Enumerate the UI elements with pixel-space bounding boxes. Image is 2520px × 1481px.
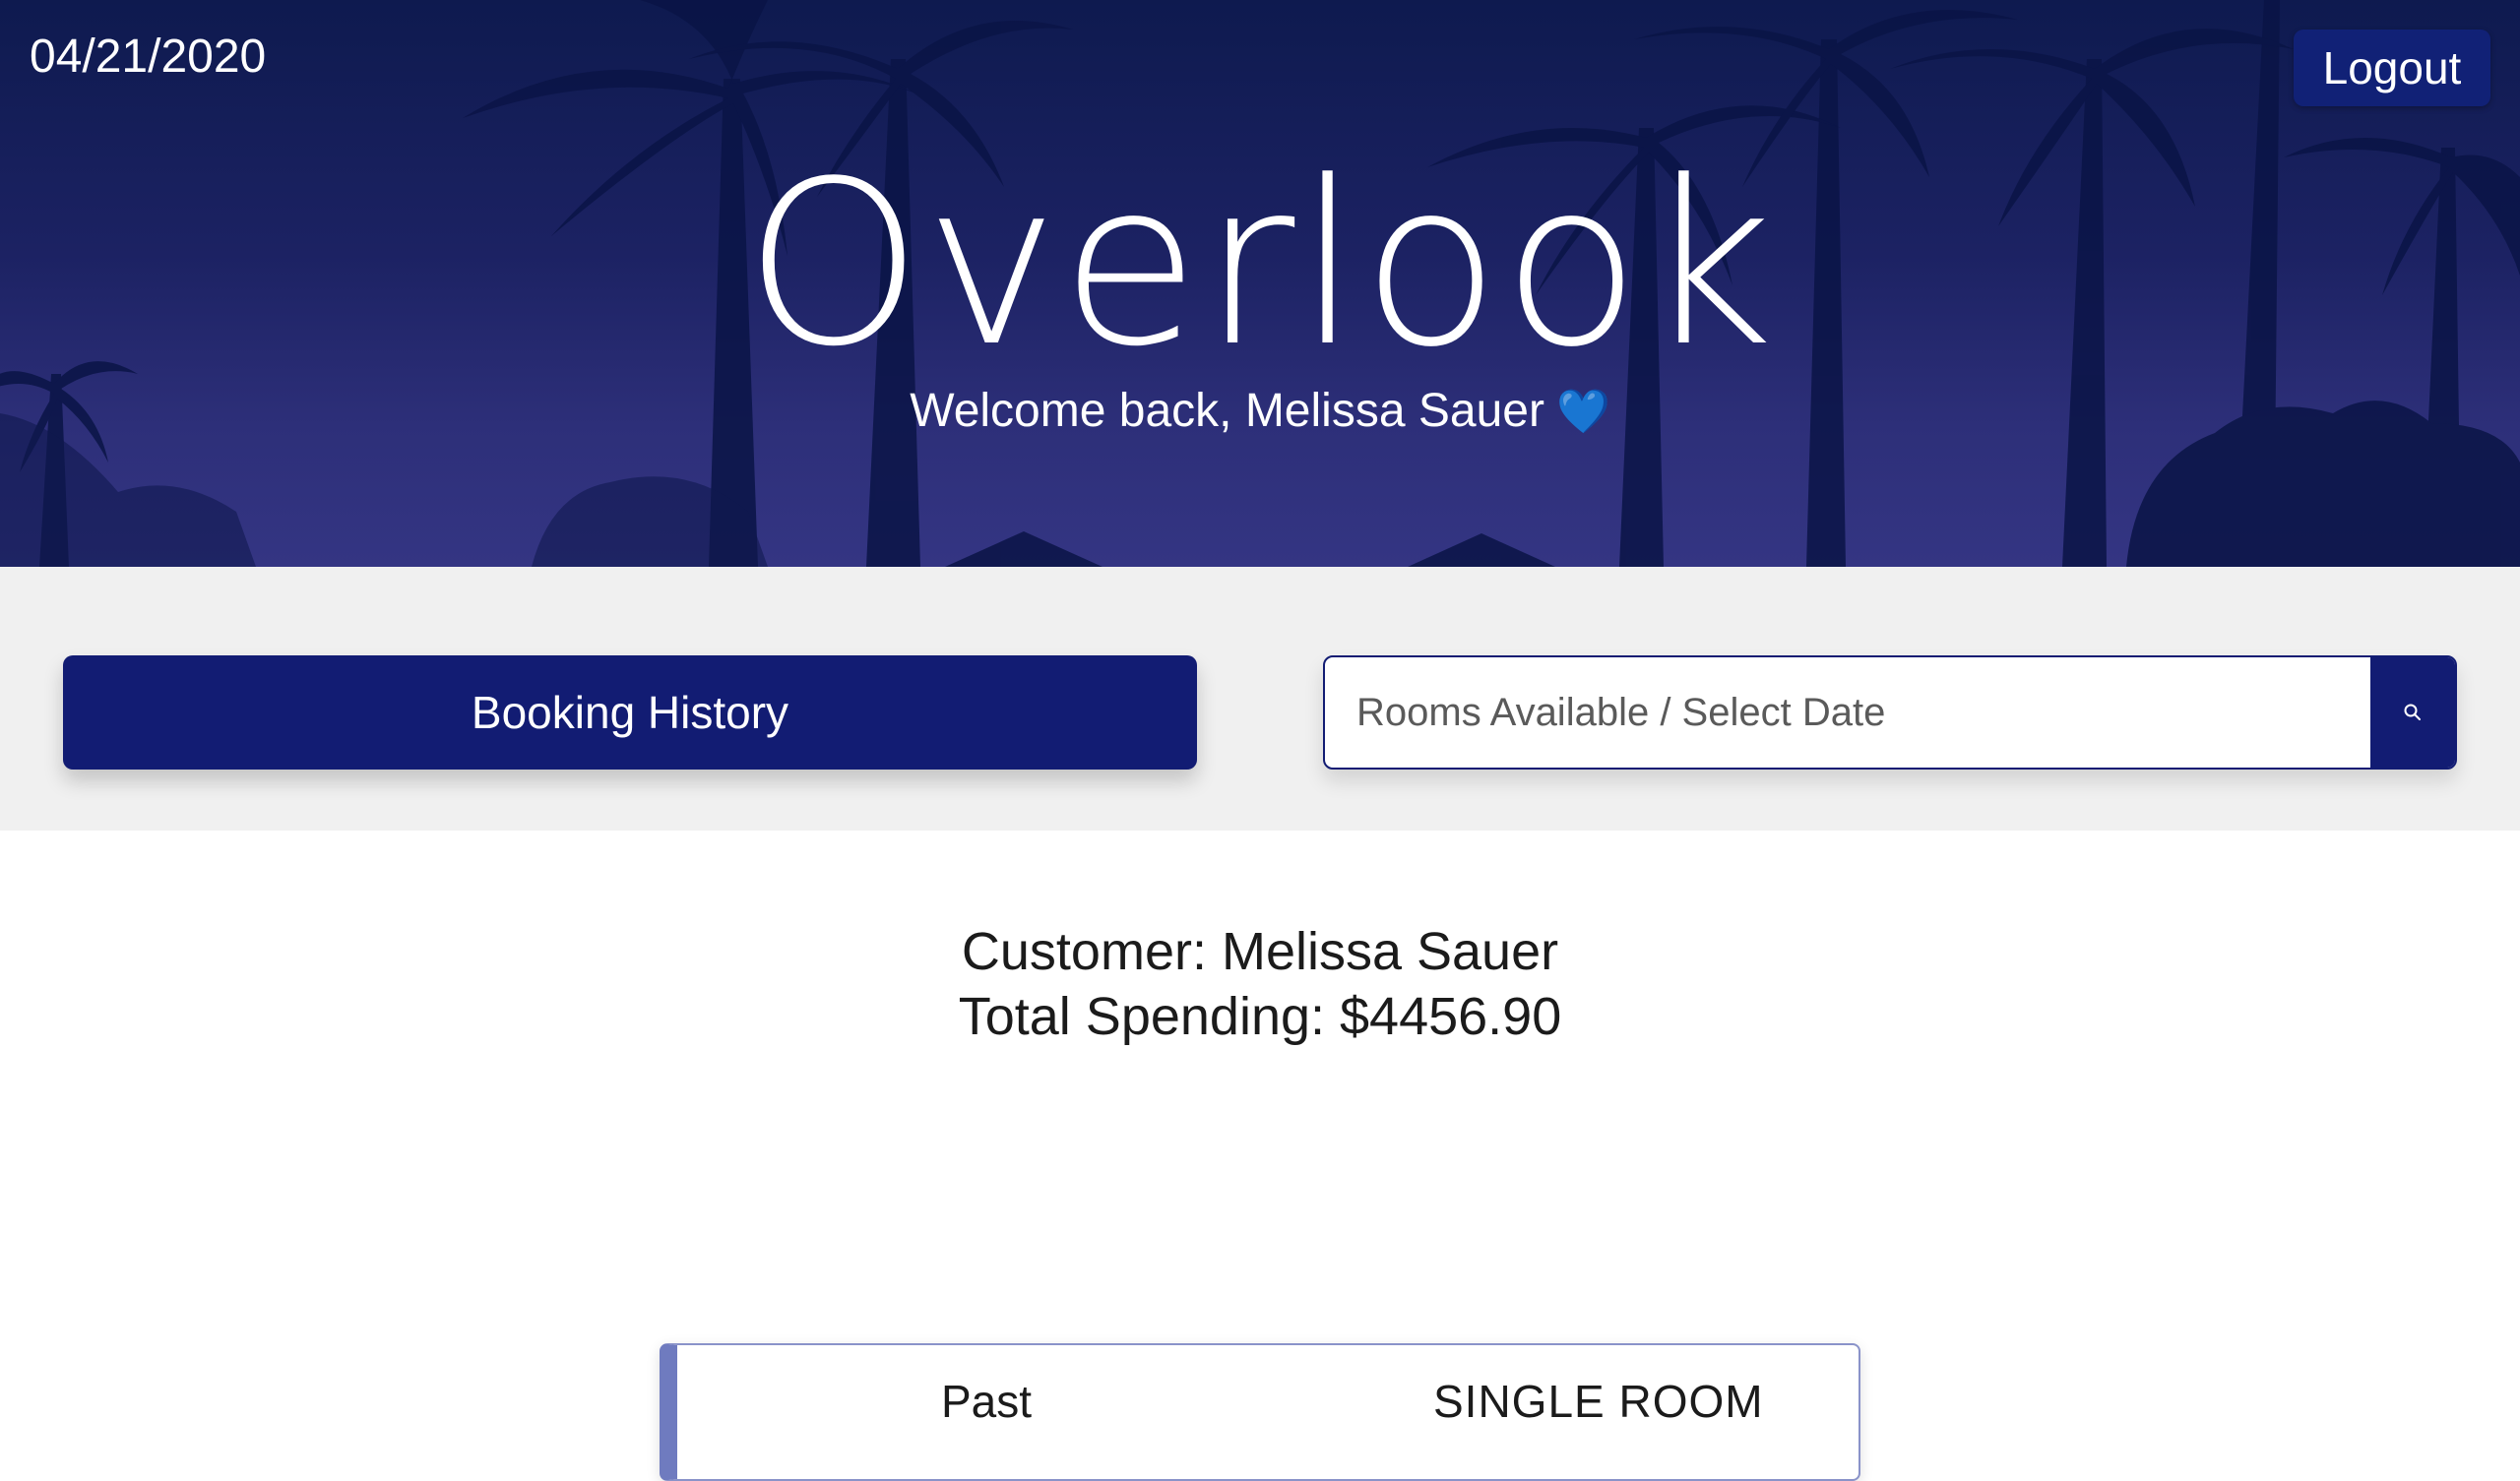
search-icon <box>2404 704 2421 720</box>
logout-button[interactable]: Logout <box>2294 30 2490 106</box>
booking-status: Past <box>941 1376 1033 1427</box>
control-bar: Booking History <box>0 567 2520 831</box>
app-title: Overlook <box>744 134 1776 397</box>
total-spending: Total Spending: $4456.90 <box>958 987 1562 1046</box>
welcome-message: Welcome back, Melissa Sauer 💙 <box>0 384 2520 438</box>
welcome-text: Welcome back, Melissa Sauer <box>910 385 1544 437</box>
hero-banner: 04/21/2020 Logout Overlook Welcome back,… <box>0 0 2520 567</box>
customer-summary: Customer: Melissa Sauer Total Spending: … <box>0 919 2520 1049</box>
customer-name: Customer: Melissa Sauer <box>961 922 1559 981</box>
booking-history-button[interactable]: Booking History <box>63 655 1197 770</box>
blue-heart-icon: 💙 <box>1555 388 1610 436</box>
current-date: 04/21/2020 <box>30 31 267 83</box>
room-search <box>1323 655 2457 770</box>
date-search-input[interactable] <box>1325 657 2372 768</box>
booking-room-type: SINGLE ROOM <box>1433 1376 1764 1427</box>
booking-card[interactable]: Past SINGLE ROOM <box>660 1343 1860 1481</box>
search-button[interactable] <box>2370 657 2455 768</box>
